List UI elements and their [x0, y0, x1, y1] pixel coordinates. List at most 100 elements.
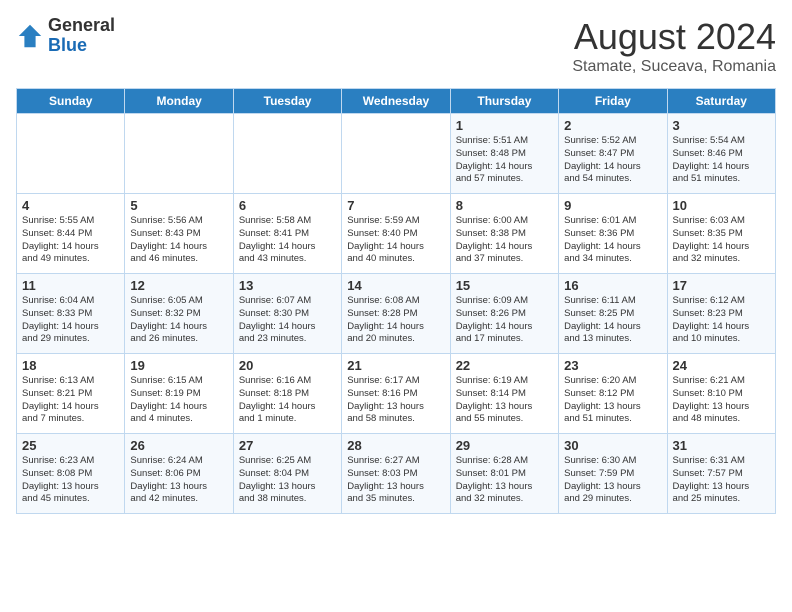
calendar-cell: 22Sunrise: 6:19 AM Sunset: 8:14 PM Dayli…	[450, 354, 558, 434]
calendar-cell: 18 Sunrise: 6:13 AM Sunset: 8:21 PM Dayli…	[17, 354, 125, 434]
calendar-table: SundayMondayTuesdayWednesdayThursdayFrid…	[16, 88, 776, 514]
calendar-cell: 12 Sunrise: 6:05 AM Sunset: 8:32 PM Dayli…	[125, 274, 233, 354]
day-number: 30	[564, 438, 661, 453]
day-info: Sunrise: 6:19 AM Sunset: 8:14 PM Dayligh…	[456, 375, 553, 426]
calendar-cell: 17 Sunrise: 6:12 AM Sunset: 8:23 PM Dayli…	[667, 274, 775, 354]
day-info: Sunrise: 6:01 AM Sunset: 8:36 PM Dayligh…	[564, 215, 661, 266]
calendar-cell: 9 Sunrise: 6:01 AM Sunset: 8:36 PM Daylig…	[559, 194, 667, 274]
day-number: 3	[673, 118, 770, 133]
day-info: Sunrise: 6:28 AM Sunset: 8:01 PM Dayligh…	[456, 455, 553, 506]
day-number: 17	[673, 278, 770, 293]
calendar-week-row: 1Sunrise: 5:51 AM Sunset: 8:48 PM Daylig…	[17, 114, 776, 194]
day-number: 7	[347, 198, 444, 213]
day-info: Sunrise: 5:58 AM Sunset: 8:41 PM Dayligh…	[239, 215, 336, 266]
logo-blue: Blue	[48, 35, 87, 55]
logo-icon	[16, 22, 44, 50]
day-number: 1	[456, 118, 553, 133]
weekday-header: Sunday	[17, 89, 125, 114]
calendar-cell: 27 Sunrise: 6:25 AM Sunset: 8:04 PM Dayli…	[233, 434, 341, 514]
day-number: 25	[22, 438, 119, 453]
calendar-cell: 11 Sunrise: 6:04 AM Sunset: 8:33 PM Dayli…	[17, 274, 125, 354]
calendar-cell: 30 Sunrise: 6:30 AM Sunset: 7:59 PM Dayli…	[559, 434, 667, 514]
day-number: 11	[22, 278, 119, 293]
calendar-cell: 4 Sunrise: 5:55 AM Sunset: 8:44 PM Daylig…	[17, 194, 125, 274]
calendar-cell: 26Sunrise: 6:24 AM Sunset: 8:06 PM Dayli…	[125, 434, 233, 514]
day-info: Sunrise: 5:56 AM Sunset: 8:43 PM Dayligh…	[130, 215, 227, 266]
calendar-cell: 5Sunrise: 5:56 AM Sunset: 8:43 PM Daylig…	[125, 194, 233, 274]
calendar-cell: 13 Sunrise: 6:07 AM Sunset: 8:30 PM Dayli…	[233, 274, 341, 354]
day-info: Sunrise: 6:05 AM Sunset: 8:32 PM Dayligh…	[130, 295, 227, 346]
calendar-cell: 3 Sunrise: 5:54 AM Sunset: 8:46 PM Daylig…	[667, 114, 775, 194]
day-number: 18	[22, 358, 119, 373]
day-number: 8	[456, 198, 553, 213]
day-number: 12	[130, 278, 227, 293]
title-block: August 2024 Stamate, Suceava, Romania	[572, 16, 776, 76]
calendar-cell: 31 Sunrise: 6:31 AM Sunset: 7:57 PM Dayli…	[667, 434, 775, 514]
day-info: Sunrise: 6:03 AM Sunset: 8:35 PM Dayligh…	[673, 215, 770, 266]
calendar-cell: 25Sunrise: 6:23 AM Sunset: 8:08 PM Dayli…	[17, 434, 125, 514]
calendar-cell	[17, 114, 125, 194]
day-info: Sunrise: 6:11 AM Sunset: 8:25 PM Dayligh…	[564, 295, 661, 346]
calendar-body: 1Sunrise: 5:51 AM Sunset: 8:48 PM Daylig…	[17, 114, 776, 514]
month-year: August 2024	[572, 16, 776, 58]
day-info: Sunrise: 6:20 AM Sunset: 8:12 PM Dayligh…	[564, 375, 661, 426]
day-number: 4	[22, 198, 119, 213]
day-info: Sunrise: 6:00 AM Sunset: 8:38 PM Dayligh…	[456, 215, 553, 266]
day-number: 15	[456, 278, 553, 293]
day-info: Sunrise: 6:08 AM Sunset: 8:28 PM Dayligh…	[347, 295, 444, 346]
day-number: 10	[673, 198, 770, 213]
calendar-cell: 7 Sunrise: 5:59 AM Sunset: 8:40 PM Daylig…	[342, 194, 450, 274]
day-number: 6	[239, 198, 336, 213]
day-info: Sunrise: 6:09 AM Sunset: 8:26 PM Dayligh…	[456, 295, 553, 346]
weekday-header: Saturday	[667, 89, 775, 114]
day-info: Sunrise: 6:13 AM Sunset: 8:21 PM Dayligh…	[22, 375, 119, 426]
day-number: 20	[239, 358, 336, 373]
day-number: 16	[564, 278, 661, 293]
day-number: 13	[239, 278, 336, 293]
calendar-cell: 19 Sunrise: 6:15 AM Sunset: 8:19 PM Dayli…	[125, 354, 233, 434]
day-number: 23	[564, 358, 661, 373]
day-info: Sunrise: 5:59 AM Sunset: 8:40 PM Dayligh…	[347, 215, 444, 266]
day-number: 19	[130, 358, 227, 373]
calendar-cell	[342, 114, 450, 194]
day-number: 31	[673, 438, 770, 453]
calendar-cell: 14Sunrise: 6:08 AM Sunset: 8:28 PM Dayli…	[342, 274, 450, 354]
weekday-header: Wednesday	[342, 89, 450, 114]
calendar-cell: 10 Sunrise: 6:03 AM Sunset: 8:35 PM Dayli…	[667, 194, 775, 274]
calendar-cell: 6 Sunrise: 5:58 AM Sunset: 8:41 PM Daylig…	[233, 194, 341, 274]
weekday-header: Tuesday	[233, 89, 341, 114]
day-number: 9	[564, 198, 661, 213]
logo-text: General Blue	[48, 16, 115, 56]
day-info: Sunrise: 6:31 AM Sunset: 7:57 PM Dayligh…	[673, 455, 770, 506]
day-number: 21	[347, 358, 444, 373]
calendar-week-row: 4 Sunrise: 5:55 AM Sunset: 8:44 PM Daylig…	[17, 194, 776, 274]
calendar-cell: 23 Sunrise: 6:20 AM Sunset: 8:12 PM Dayli…	[559, 354, 667, 434]
day-info: Sunrise: 6:21 AM Sunset: 8:10 PM Dayligh…	[673, 375, 770, 426]
day-number: 29	[456, 438, 553, 453]
logo-general: General	[48, 15, 115, 35]
calendar-cell: 16 Sunrise: 6:11 AM Sunset: 8:25 PM Dayli…	[559, 274, 667, 354]
calendar-cell	[233, 114, 341, 194]
weekday-header-row: SundayMondayTuesdayWednesdayThursdayFrid…	[17, 89, 776, 114]
page-header: General Blue August 2024 Stamate, Suceav…	[16, 16, 776, 76]
day-info: Sunrise: 6:25 AM Sunset: 8:04 PM Dayligh…	[239, 455, 336, 506]
day-info: Sunrise: 6:17 AM Sunset: 8:16 PM Dayligh…	[347, 375, 444, 426]
logo: General Blue	[16, 16, 115, 56]
day-number: 27	[239, 438, 336, 453]
calendar-cell: 1Sunrise: 5:51 AM Sunset: 8:48 PM Daylig…	[450, 114, 558, 194]
calendar-cell: 24Sunrise: 6:21 AM Sunset: 8:10 PM Dayli…	[667, 354, 775, 434]
calendar-cell	[125, 114, 233, 194]
location: Stamate, Suceava, Romania	[572, 58, 776, 76]
day-info: Sunrise: 5:54 AM Sunset: 8:46 PM Dayligh…	[673, 135, 770, 186]
day-number: 2	[564, 118, 661, 133]
day-info: Sunrise: 6:15 AM Sunset: 8:19 PM Dayligh…	[130, 375, 227, 426]
day-info: Sunrise: 5:55 AM Sunset: 8:44 PM Dayligh…	[22, 215, 119, 266]
calendar-cell: 29 Sunrise: 6:28 AM Sunset: 8:01 PM Dayli…	[450, 434, 558, 514]
calendar-week-row: 11 Sunrise: 6:04 AM Sunset: 8:33 PM Dayli…	[17, 274, 776, 354]
day-info: Sunrise: 6:12 AM Sunset: 8:23 PM Dayligh…	[673, 295, 770, 346]
weekday-header: Thursday	[450, 89, 558, 114]
day-info: Sunrise: 6:04 AM Sunset: 8:33 PM Dayligh…	[22, 295, 119, 346]
day-info: Sunrise: 6:30 AM Sunset: 7:59 PM Dayligh…	[564, 455, 661, 506]
day-info: Sunrise: 6:07 AM Sunset: 8:30 PM Dayligh…	[239, 295, 336, 346]
day-info: Sunrise: 5:52 AM Sunset: 8:47 PM Dayligh…	[564, 135, 661, 186]
